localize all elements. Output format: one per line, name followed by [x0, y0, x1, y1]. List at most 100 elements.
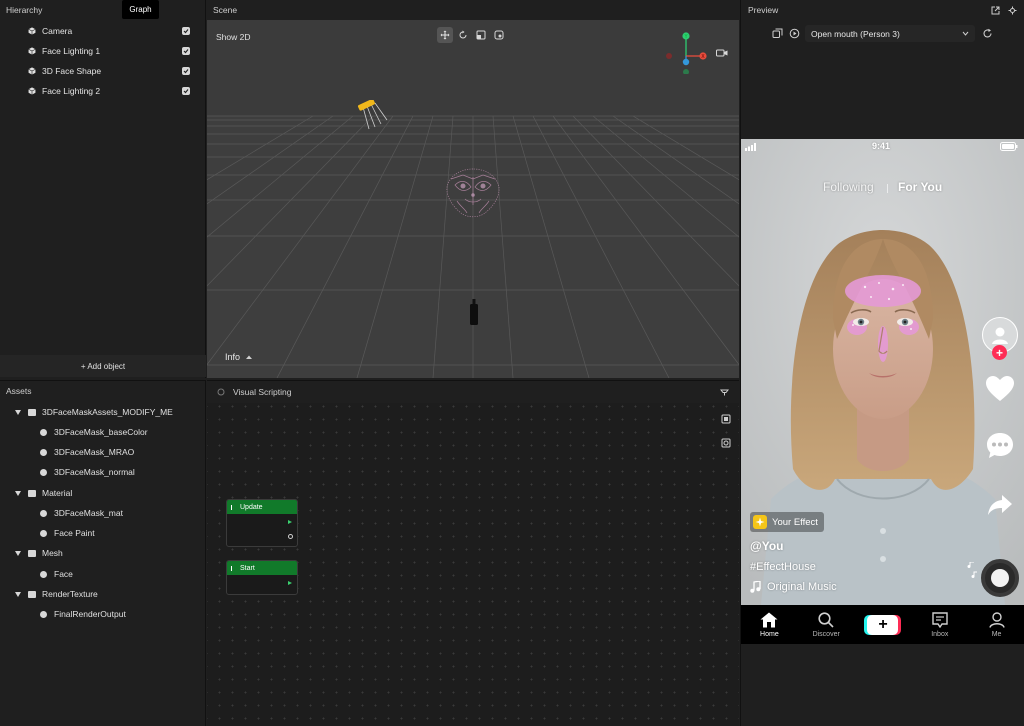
face-mesh-wireframe[interactable]	[441, 165, 505, 221]
data-out-port[interactable]	[288, 534, 293, 539]
assets-header: Assets	[0, 381, 205, 401]
rect-tool-button[interactable]	[491, 27, 507, 43]
music-info[interactable]: Original Music	[750, 581, 837, 593]
asset-folder[interactable]: Mesh	[15, 543, 63, 563]
rotate-tool-button[interactable]	[455, 27, 471, 43]
share-icon[interactable]	[987, 494, 1013, 516]
graph-image-icon[interactable]	[721, 438, 731, 448]
graph-fit-icon[interactable]	[721, 414, 731, 424]
start-node-header[interactable]: Start	[227, 561, 297, 575]
hierarchy-item-label: Camera	[42, 26, 73, 36]
asset-item[interactable]: 3DFaceMask_MRAO	[40, 442, 134, 462]
asset-label: FinalRenderOutput	[54, 609, 126, 619]
open-external-icon[interactable]	[991, 6, 1000, 15]
scene-viewport[interactable]: Show 2D Info Y X	[207, 20, 739, 378]
visual-scripting-panel[interactable]: Visual Scripting Update Start	[207, 380, 739, 726]
asset-item[interactable]: FinalRenderOutput	[40, 604, 126, 624]
check-icon	[183, 89, 189, 94]
pin-icon[interactable]	[720, 387, 729, 396]
cube-icon	[28, 87, 36, 95]
inbox-icon	[932, 611, 948, 628]
follow-plus-icon[interactable]: +	[992, 345, 1007, 360]
hierarchy-item-face-lighting-1[interactable]: Face Lighting 1	[28, 41, 196, 61]
texture-icon	[40, 428, 47, 436]
signal-icon	[745, 143, 756, 151]
preview-media-select[interactable]: Open mouth (Person 3)	[805, 25, 975, 42]
tab-for-you[interactable]: For You	[898, 180, 942, 194]
camera-gizmo-icon[interactable]	[469, 299, 479, 325]
asset-item[interactable]: 3DFaceMask_mat	[40, 503, 123, 523]
graph-status-icon	[217, 388, 225, 396]
expand-arrow-icon[interactable]	[15, 591, 21, 597]
asset-folder[interactable]: RenderTexture	[15, 584, 98, 604]
add-object-button[interactable]: + Add object	[0, 355, 206, 377]
asset-label: 3DFaceMaskAssets_MODIFY_ME	[42, 407, 173, 417]
tab-following[interactable]: Following	[823, 180, 874, 194]
visibility-checkbox[interactable]	[182, 67, 190, 75]
cube-icon	[28, 47, 36, 55]
expand-arrow-icon[interactable]	[15, 490, 21, 496]
asset-item[interactable]: 3DFaceMask_normal	[40, 462, 135, 482]
nav-create[interactable]: +	[858, 614, 908, 635]
render-texture-icon	[40, 610, 47, 618]
folder-icon	[28, 549, 36, 557]
settings-icon[interactable]	[1008, 6, 1017, 15]
device-layout-icon[interactable]	[772, 28, 783, 39]
texture-icon	[40, 468, 47, 476]
preview-panel: Preview Open mouth (Person 3) 9:41 Follo…	[740, 0, 1024, 726]
asset-folder[interactable]: Material	[15, 483, 72, 503]
expand-arrow-icon[interactable]	[15, 550, 21, 556]
nav-inbox[interactable]: Inbox	[915, 611, 965, 638]
phone-preview[interactable]: 9:41 Following For You + Your Effect @Yo…	[741, 139, 1024, 644]
update-node[interactable]: Update	[226, 499, 298, 547]
nav-me[interactable]: Me	[972, 611, 1022, 638]
nav-discover[interactable]: Discover	[801, 611, 851, 638]
visibility-checkbox[interactable]	[182, 27, 190, 35]
scale-tool-button[interactable]	[473, 27, 489, 43]
asset-label: RenderTexture	[42, 589, 98, 599]
asset-label: Mesh	[42, 548, 63, 558]
asset-item[interactable]: 3DFaceMask_baseColor	[40, 422, 148, 442]
heart-icon[interactable]	[986, 376, 1014, 402]
folder-icon	[28, 489, 36, 497]
camera-view-icon[interactable]	[716, 48, 728, 58]
asset-folder[interactable]: 3DFaceMaskAssets_MODIFY_ME	[15, 402, 173, 422]
username[interactable]: @You	[750, 539, 783, 553]
axis-gizmo[interactable]: Y X	[664, 30, 710, 74]
graph-tab[interactable]: Graph	[122, 0, 159, 19]
chevron-up-icon	[246, 355, 253, 359]
asset-item[interactable]: Face Paint	[40, 523, 95, 543]
start-node[interactable]: Start	[226, 560, 298, 595]
nav-home[interactable]: Home	[744, 612, 794, 638]
media-play-icon[interactable]	[789, 28, 800, 39]
user-icon	[992, 327, 1008, 344]
hierarchy-item-face-lighting-2[interactable]: Face Lighting 2	[28, 81, 196, 101]
hierarchy-item-label: 3D Face Shape	[42, 66, 102, 76]
exec-out-port[interactable]	[288, 581, 292, 585]
folder-icon	[28, 590, 36, 598]
comment-icon[interactable]	[986, 432, 1014, 459]
visibility-checkbox[interactable]	[182, 47, 190, 55]
hierarchy-item-camera[interactable]: Camera	[28, 21, 196, 41]
scene-header: Scene	[207, 0, 739, 20]
music-disc[interactable]	[981, 559, 1019, 597]
asset-label: Face Paint	[54, 528, 95, 538]
hashtag-link[interactable]: #EffectHouse	[750, 561, 816, 573]
exec-out-port[interactable]	[288, 520, 292, 524]
move-tool-button[interactable]	[437, 27, 453, 43]
asset-label: Face	[54, 569, 73, 579]
show-2d-toggle[interactable]: Show 2D	[216, 32, 251, 42]
update-node-header[interactable]: Update	[227, 500, 297, 514]
expand-arrow-icon[interactable]	[15, 409, 21, 415]
hierarchy-item-3d-face-shape[interactable]: 3D Face Shape	[28, 61, 196, 81]
effect-badge[interactable]: Your Effect	[750, 512, 824, 532]
light-gizmo-icon[interactable]	[357, 100, 391, 130]
info-toggle[interactable]: Info	[225, 352, 253, 362]
sparkle-icon	[755, 517, 765, 527]
check-icon	[183, 69, 189, 74]
refresh-icon[interactable]	[982, 28, 993, 39]
tab-divider	[887, 184, 888, 193]
asset-item[interactable]: Face	[40, 564, 73, 584]
preview-title: Preview	[748, 5, 779, 15]
visibility-checkbox[interactable]	[182, 87, 190, 95]
